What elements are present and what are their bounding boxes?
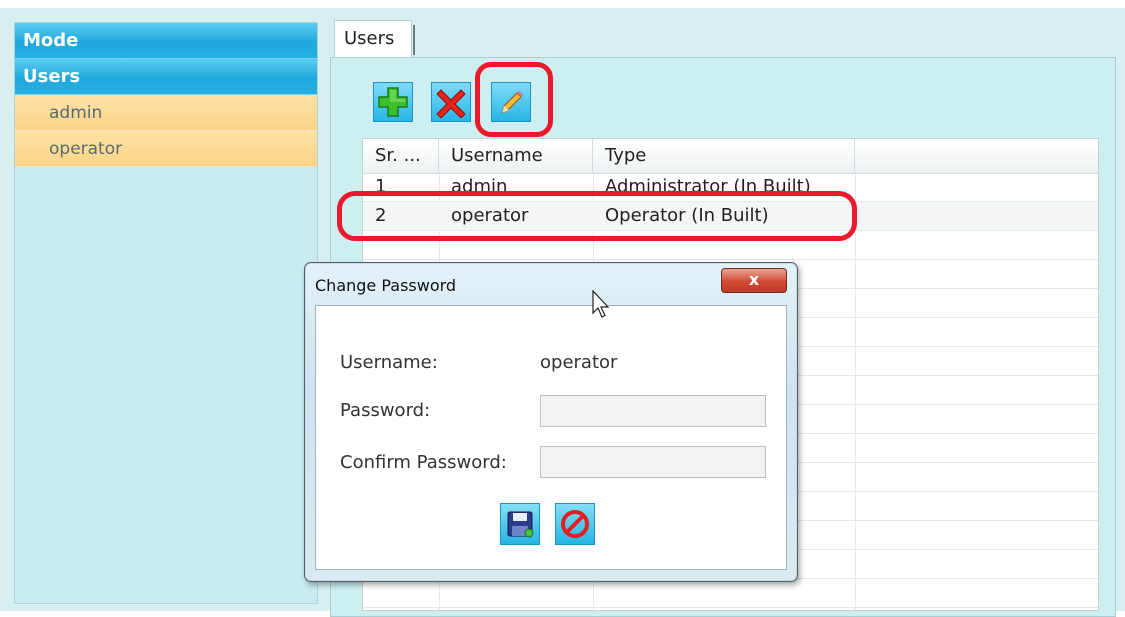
dialog-body [315, 305, 787, 570]
tab-users[interactable]: Users [334, 20, 415, 58]
column-header-sr[interactable]: Sr. ... [363, 139, 439, 173]
tree-header-mode[interactable]: Mode [15, 23, 317, 59]
table-row-empty [363, 579, 1098, 608]
column-header-username[interactable]: Username [439, 139, 593, 173]
add-user-button[interactable] [373, 82, 413, 122]
delete-user-button[interactable] [431, 82, 471, 122]
save-disk-icon [507, 511, 534, 538]
password-label: Password: [340, 400, 431, 421]
delete-user-icon [436, 89, 466, 118]
tree-header-users[interactable]: Users [15, 59, 317, 95]
mouse-cursor-icon [592, 290, 610, 318]
dialog-title: Change Password [315, 276, 457, 295]
save-password-button[interactable] [500, 503, 540, 545]
edit-button-highlight [475, 62, 553, 137]
add-user-icon [378, 87, 408, 117]
selected-row-highlight [337, 191, 857, 241]
dialog-close-button[interactable]: x [721, 268, 787, 293]
tree-item-operator[interactable]: operator [15, 131, 317, 167]
navigation-tree: Mode Users admin operator [14, 22, 318, 604]
tree-item-admin[interactable]: admin [15, 95, 317, 131]
username-label: Username: [340, 352, 438, 373]
cancel-password-button[interactable] [555, 503, 595, 545]
username-value: operator [540, 352, 618, 373]
column-header-type[interactable]: Type [593, 139, 855, 173]
password-field[interactable] [540, 395, 766, 427]
confirm-password-label: Confirm Password: [340, 452, 507, 473]
cancel-icon [561, 510, 589, 538]
grid-header: Sr. ... Username Type [363, 139, 1098, 174]
confirm-password-field[interactable] [540, 446, 766, 478]
